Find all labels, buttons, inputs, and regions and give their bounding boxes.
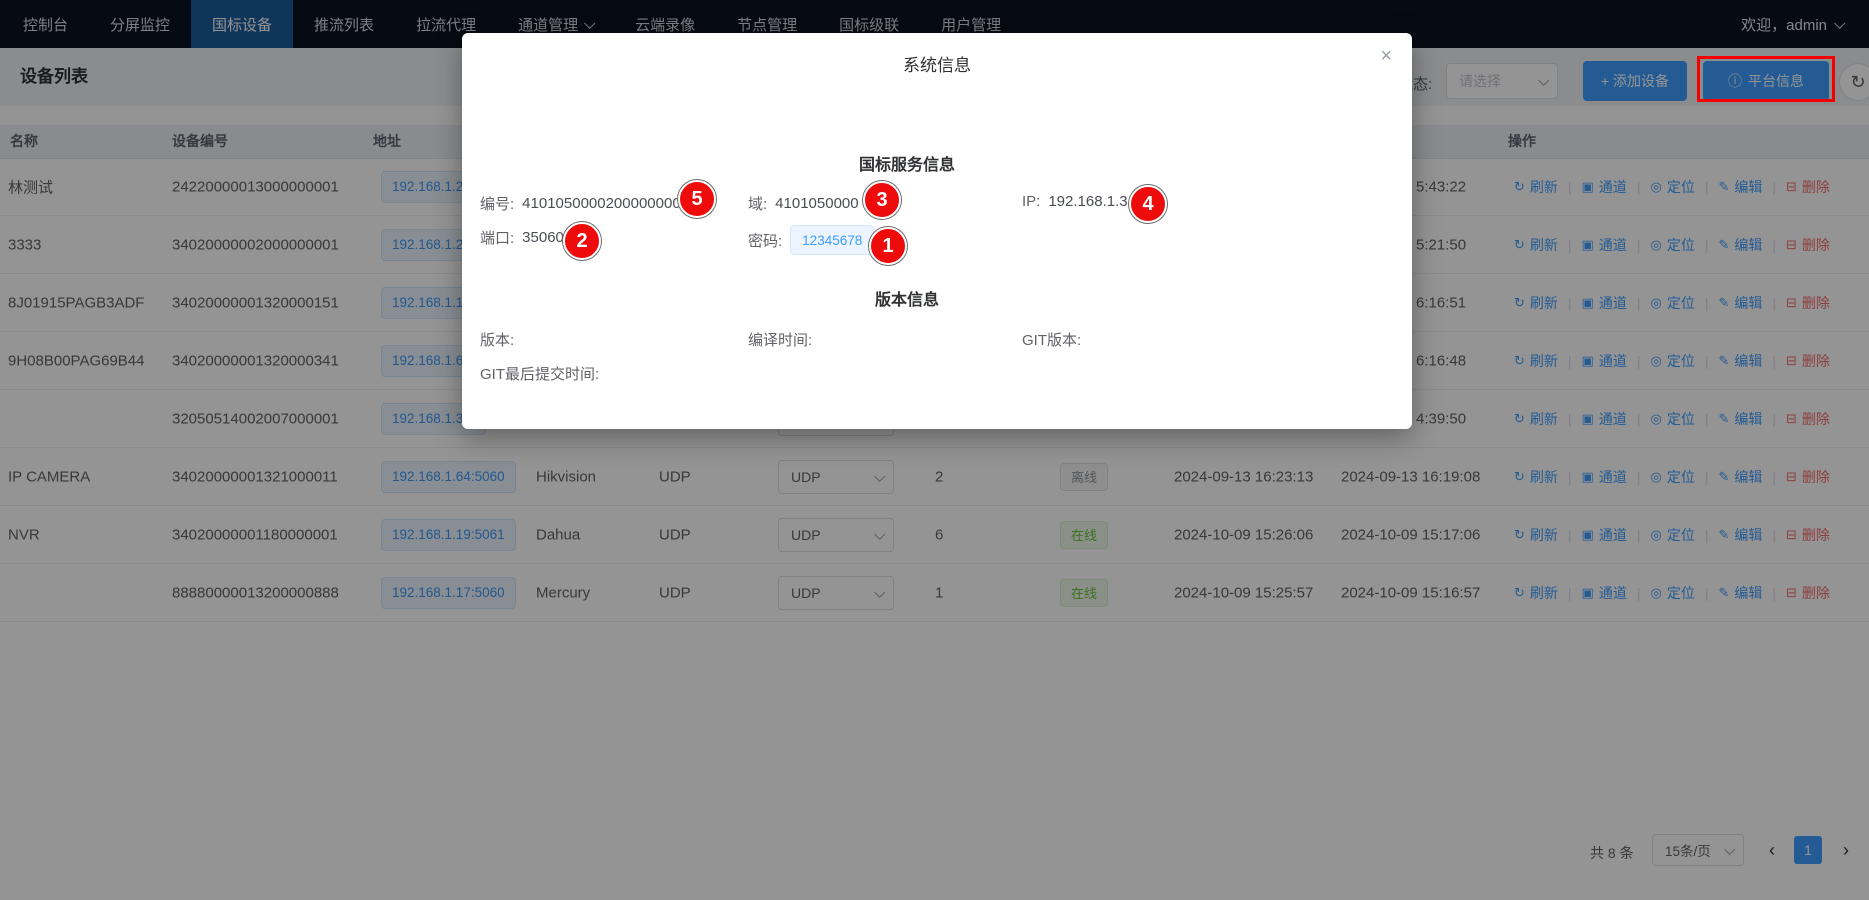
git-version-field: GIT版本: [1022,329,1081,350]
close-icon[interactable]: × [1380,45,1392,68]
gb-port-value: 35060 [522,229,564,246]
gb-id-value: 41010500002000000001 [522,195,689,212]
git-commit-time-label: GIT最后提交时间: [480,363,599,384]
build-time-field: 编译时间: [748,329,812,350]
gb-password-label: 密码: [748,230,782,251]
version-section-title: 版本信息 [462,286,1352,310]
gb-password-field: 密码: 12345678 [748,225,874,255]
gb-domain-field: 域: 4101050000 [748,193,859,214]
git-version-label: GIT版本: [1022,329,1081,350]
gb-port-label: 端口: [480,227,514,248]
version-label: 版本: [480,329,514,350]
gb-password-tag: 12345678 [790,225,874,255]
modal-title: 系统信息 [462,51,1412,76]
version-field: 版本: [480,329,514,350]
gb-ip-value: 192.168.1.3 [1048,193,1127,210]
gb-ip-field: IP: 192.168.1.3 [1022,193,1128,210]
gb-domain-label: 域: [748,193,767,214]
gb-ip-label: IP: [1022,193,1040,210]
gb-port-field: 端口: 35060 [480,227,564,248]
gb-id-label: 编号: [480,193,514,214]
system-info-modal: 系统信息 × 国标服务信息 编号: 41010500002000000001 域… [462,33,1412,429]
build-time-label: 编译时间: [748,329,812,350]
gb-service-section-title: 国标服务信息 [462,151,1352,175]
gb-id-field: 编号: 41010500002000000001 [480,193,689,214]
gb-domain-value: 4101050000 [775,195,858,212]
git-commit-time-field: GIT最后提交时间: [480,363,599,384]
